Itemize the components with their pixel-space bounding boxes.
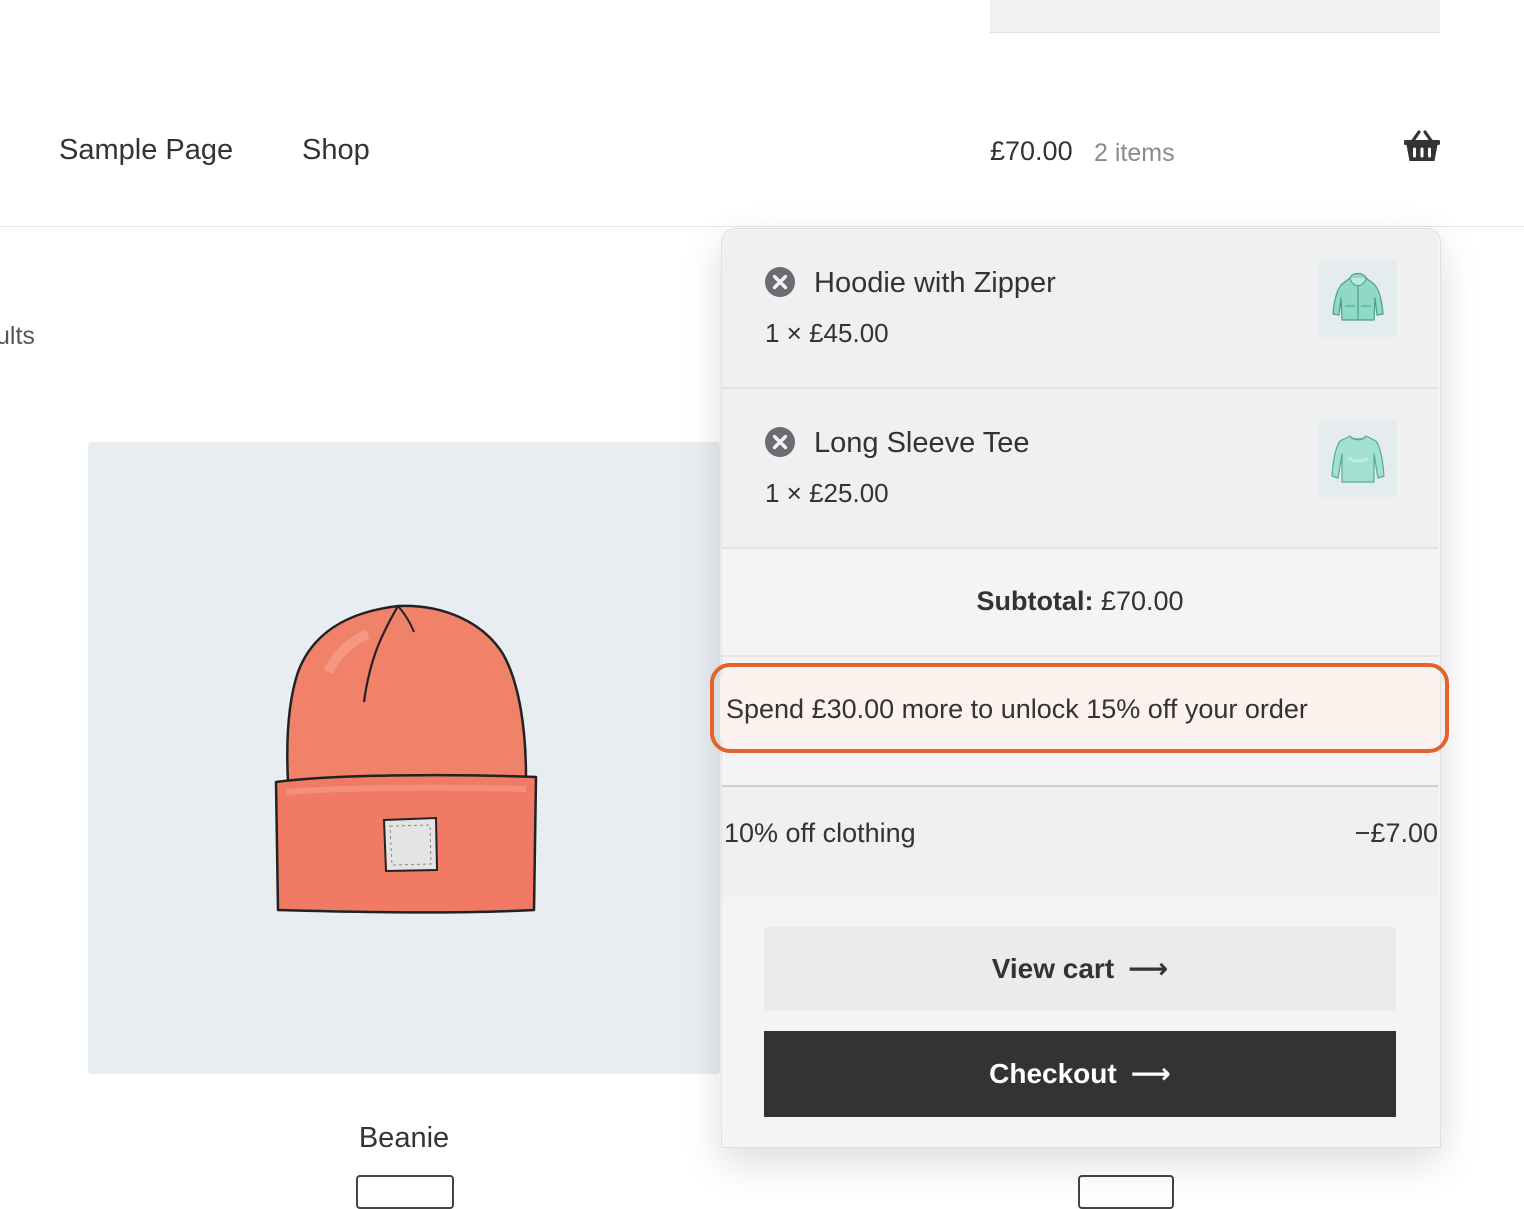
cart-total[interactable]: £70.00 [990,131,1073,171]
basket-icon[interactable] [1402,128,1442,168]
view-cart-label: View cart [991,953,1115,984]
discount-notice-highlight: Spend £30.00 more to unlock 15% off your… [710,663,1449,753]
nav-sample-page[interactable]: Sample Page [59,130,233,170]
add-to-cart-button[interactable] [1078,1175,1174,1209]
subtotal-value: £70.00 [1100,586,1184,616]
discount-notice: Spend £30.00 more to unlock 15% off your… [720,671,1439,745]
beanie-image [274,604,538,914]
cart-item-name[interactable]: Hoodie with Zipper [814,263,1056,303]
subtotal-label: Subtotal: [976,586,1094,616]
close-circle-icon[interactable] [765,427,795,457]
add-to-cart-button[interactable] [356,1175,454,1209]
arrow-right-icon: ⟶ [1130,1058,1171,1089]
mini-cart-dropdown: Hoodie with Zipper 1 × £45.00 Long Sleev… [710,228,1449,1148]
result-count: ults [0,322,35,350]
header-divider [0,226,1524,227]
checkout-label: Checkout [989,1058,1117,1089]
cart-subtotal: Subtotal: £70.00 [722,547,1438,657]
discount-row: 10% off clothing −£7.00 [722,787,1438,897]
discount-value: −£7.00 [1354,818,1438,848]
cart-item: Long Sleeve Tee 1 × £25.00 [722,389,1438,549]
long-sleeve-tee-image[interactable] [1319,419,1397,497]
checkout-button[interactable]: Checkout ⟶ [764,1031,1396,1117]
long-sleeve-tee-icon [1331,435,1385,483]
search-bar[interactable] [990,0,1440,33]
product-image-beanie[interactable] [88,442,720,1074]
arrow-right-icon: ⟶ [1128,953,1169,984]
view-cart-button[interactable]: View cart ⟶ [764,927,1396,1011]
cart-item-name[interactable]: Long Sleeve Tee [814,423,1030,463]
hoodie-icon [1332,272,1384,321]
cart-item-quantity-price: 1 × £45.00 [765,318,889,348]
discount-label: 10% off clothing [724,818,916,848]
nav-shop[interactable]: Shop [302,130,370,170]
close-circle-icon[interactable] [765,267,795,297]
cart-item-quantity-price: 1 × £25.00 [765,478,889,508]
discount-notice-text: Spend £30.00 more to unlock 15% off your… [726,694,1308,724]
cart-item-count[interactable]: 2 items [1094,133,1175,173]
product-title-beanie[interactable]: Beanie [88,1118,720,1158]
hoodie-image[interactable] [1319,259,1397,337]
cart-item: Hoodie with Zipper 1 × £45.00 [722,229,1438,389]
